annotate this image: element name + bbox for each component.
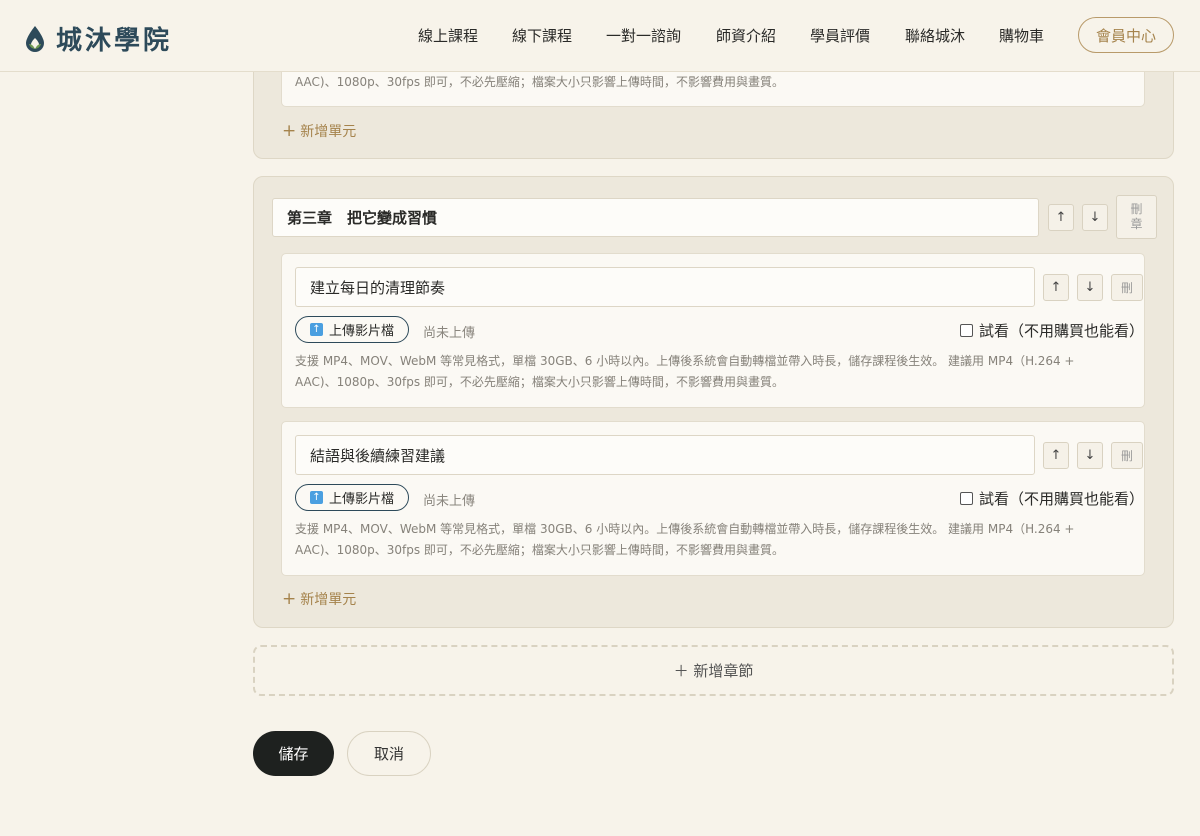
unit-move-down-button[interactable]: ↓ xyxy=(1077,442,1103,469)
upload-video-button[interactable]: ↑ 上傳影片檔 xyxy=(295,316,409,343)
unit-card-2: 結語與後續練習建議 ↑ ↓ 刪 ↑ 上傳影片檔 尚未上傳 試看（不用購買也能看）… xyxy=(281,421,1145,576)
add-unit-label: 新增單元 xyxy=(300,592,357,608)
brand-logo[interactable]: 城沐學院 xyxy=(24,20,172,57)
logo-drop-icon xyxy=(26,25,44,52)
upload-video-button[interactable]: ↑ 上傳影片檔 xyxy=(295,484,409,511)
unit-move-down-button[interactable]: ↓ xyxy=(1077,274,1103,301)
nav-teachers[interactable]: 師資介紹 xyxy=(716,25,776,46)
upload-help-text: AAC)、1080p、30fps 即可，不必先壓縮；檔案大小只影響上傳時間，不影… xyxy=(295,75,784,89)
unit-move-up-button[interactable]: ↑ xyxy=(1043,442,1069,469)
trial-checkbox[interactable]: 試看（不用購買也能看） xyxy=(960,488,1144,509)
delete-chapter-button[interactable]: 刪章 xyxy=(1116,195,1157,239)
unit-delete-button[interactable]: 刪 xyxy=(1111,274,1143,301)
add-chapter-button[interactable]: ＋ 新增章節 xyxy=(253,645,1174,696)
cancel-button[interactable]: 取消 xyxy=(347,731,431,776)
unit-move-up-button[interactable]: ↑ xyxy=(1043,274,1069,301)
top-header: 城沐學院 線上課程 線下課程 一對一諮詢 師資介紹 學員評價 聯絡城沐 購物車 … xyxy=(0,0,1200,72)
upload-help-text-line1: 支援 MP4、MOV、WebM 等常見格式，單檔 30GB、6 小時以內。上傳後… xyxy=(295,522,1075,536)
upload-arrow-icon: ↑ xyxy=(309,491,323,504)
add-unit-button[interactable]: + 新增單元 xyxy=(282,589,356,609)
nav-consultation[interactable]: 一對一諮詢 xyxy=(606,25,681,46)
unit-title-input[interactable]: 建立每日的清理節奏 xyxy=(295,267,1035,307)
checkbox-icon[interactable] xyxy=(960,324,973,337)
upload-status: 尚未上傳 xyxy=(423,494,476,509)
nav-cart[interactable]: 購物車 xyxy=(999,25,1044,46)
chapter-title-input[interactable]: 第三章 把它變成習慣 xyxy=(272,198,1039,237)
unit-card-1: 建立每日的清理節奏 ↑ ↓ 刪 ↑ 上傳影片檔 尚未上傳 試看（不用購買也能看）… xyxy=(281,253,1145,408)
unit-delete-button[interactable]: 刪 xyxy=(1111,442,1143,469)
chapter-move-down-button[interactable]: ↓ xyxy=(1082,204,1108,231)
upload-status: 尚未上傳 xyxy=(423,326,476,341)
chapter-move-up-button[interactable]: ↑ xyxy=(1048,204,1074,231)
upload-help-text-line2: AAC)、1080p、30fps 即可，不必先壓縮；檔案大小只影響上傳時間，不影… xyxy=(295,375,784,389)
add-unit-label: 新增單元 xyxy=(300,124,357,140)
nav-contact[interactable]: 聯絡城沐 xyxy=(905,25,965,46)
add-unit-button[interactable]: + 新增單元 xyxy=(282,121,356,141)
trial-label: 試看（不用購買也能看） xyxy=(979,490,1145,508)
plus-icon: + xyxy=(282,121,297,141)
nav-offline-courses[interactable]: 線下課程 xyxy=(512,25,572,46)
upload-help-text-line1: 支援 MP4、MOV、WebM 等常見格式，單檔 30GB、6 小時以內。上傳後… xyxy=(295,354,1075,368)
chapter-card-3: 第三章 把它變成習慣 ↑ ↓ 刪章 建立每日的清理節奏 ↑ ↓ 刪 ↑ 上傳影片… xyxy=(253,176,1174,628)
nav-reviews[interactable]: 學員評價 xyxy=(810,25,870,46)
member-center-button[interactable]: 會員中心 xyxy=(1078,17,1174,53)
brand-name: 城沐學院 xyxy=(56,26,173,56)
save-button[interactable]: 儲存 xyxy=(253,731,334,776)
upload-help-text-line2: AAC)、1080p、30fps 即可，不必先壓縮；檔案大小只影響上傳時間，不影… xyxy=(295,543,784,557)
upload-video-label: 上傳影片檔 xyxy=(328,492,394,507)
trial-checkbox[interactable]: 試看（不用購買也能看） xyxy=(960,320,1144,341)
checkbox-icon[interactable] xyxy=(960,492,973,505)
nav-online-courses[interactable]: 線上課程 xyxy=(418,25,478,46)
upload-arrow-icon: ↑ xyxy=(309,323,323,336)
trial-label: 試看（不用購買也能看） xyxy=(979,322,1145,340)
plus-icon: + xyxy=(282,589,297,609)
upload-video-label: 上傳影片檔 xyxy=(328,324,394,339)
unit-title-input[interactable]: 結語與後續練習建議 xyxy=(295,435,1035,475)
